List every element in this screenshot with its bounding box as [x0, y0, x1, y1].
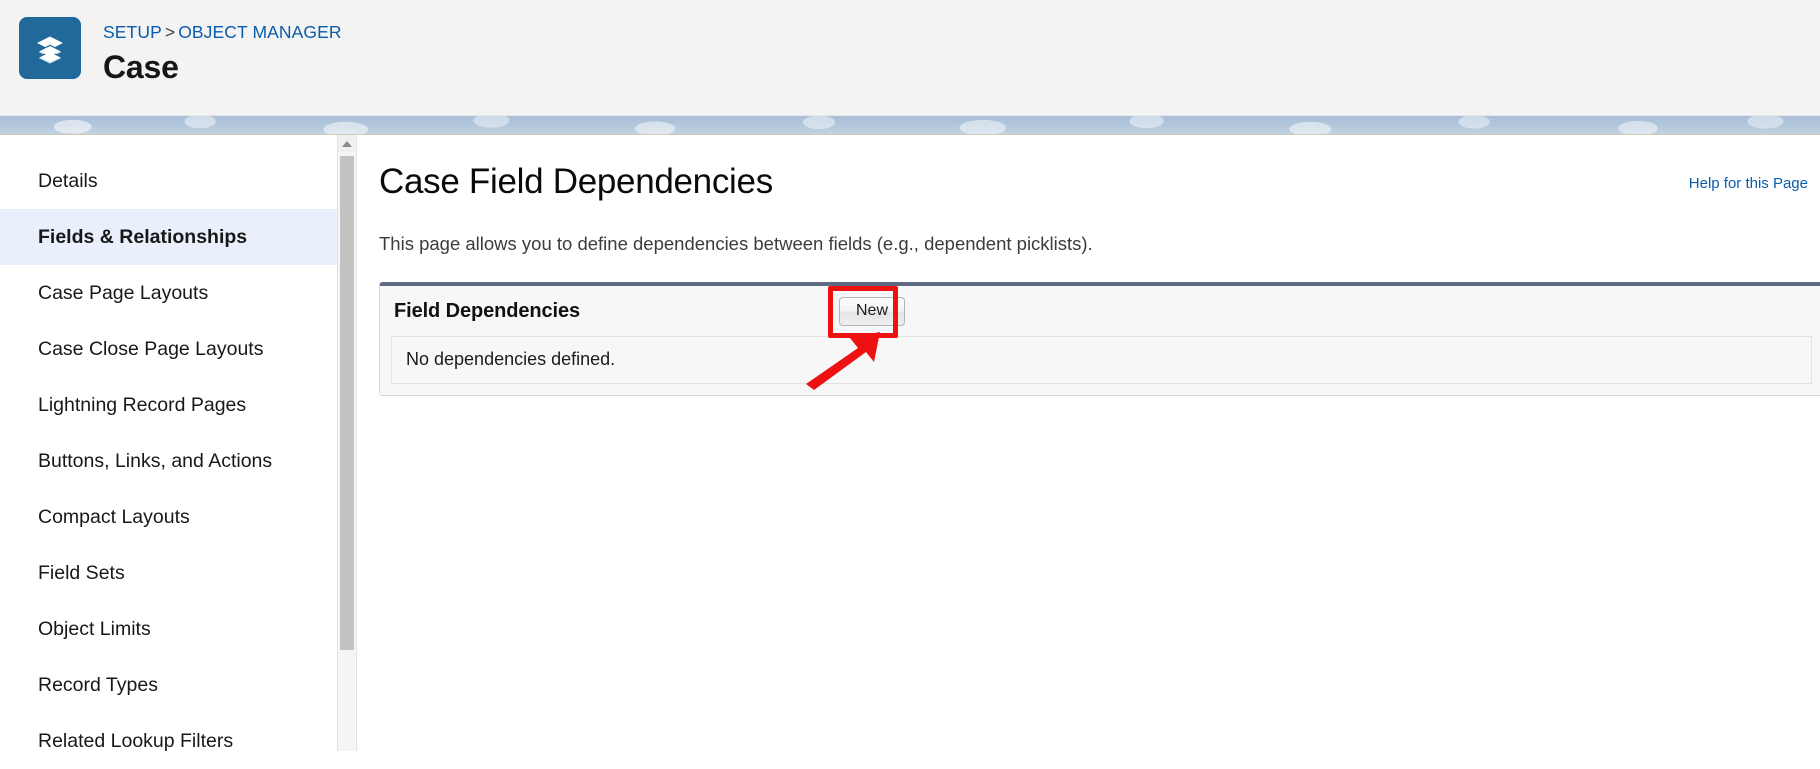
- sidebar-item-label: Field Sets: [38, 561, 125, 584]
- sidebar-item-details[interactable]: Details: [0, 153, 337, 209]
- sidebar-item-label: Related Lookup Filters: [38, 729, 234, 752]
- sidebar-item-label: Object Limits: [38, 617, 151, 640]
- sidebar-item-related-lookup-filters[interactable]: Related Lookup Filters: [0, 713, 337, 769]
- breadcrumb-separator: >: [164, 22, 176, 42]
- header-inner: SETUP > OBJECT MANAGER Case: [0, 0, 1820, 87]
- scrollbar-thumb[interactable]: [340, 156, 354, 650]
- sidebar-item-lightning-record-pages[interactable]: Lightning Record Pages: [0, 377, 337, 433]
- help-for-this-page-link[interactable]: Help for this Page: [1689, 175, 1808, 192]
- sidebar-item-fields-and-relationships[interactable]: Fields & Relationships: [0, 209, 337, 265]
- object-manager-sidebar: Details Fields & Relationships Case Page…: [0, 135, 337, 752]
- page-body: Details Fields & Relationships Case Page…: [0, 135, 1820, 752]
- sidebar-item-compact-layouts[interactable]: Compact Layouts: [0, 489, 337, 545]
- main-content: Help for this Page Case Field Dependenci…: [357, 135, 1820, 751]
- breadcrumb-link-object-manager[interactable]: OBJECT MANAGER: [178, 22, 341, 42]
- sidebar-item-label: Case Page Layouts: [38, 281, 209, 304]
- panel-body: No dependencies defined.: [380, 336, 1820, 395]
- triangle-up-icon[interactable]: [338, 135, 356, 152]
- decorative-band: [0, 116, 1820, 135]
- layers-stack-icon: [19, 17, 81, 79]
- new-field-dependency-button[interactable]: New: [839, 297, 906, 326]
- sidebar-item-label: Details: [38, 169, 98, 192]
- field-dependencies-panel: Field Dependencies New No dependencies d…: [379, 282, 1820, 396]
- content-title: Case Field Dependencies: [379, 162, 773, 201]
- sidebar-item-label: Record Types: [38, 673, 158, 696]
- sidebar-item-object-limits[interactable]: Object Limits: [0, 601, 337, 657]
- sidebar-item-label: Lightning Record Pages: [38, 393, 247, 416]
- panel-header: Field Dependencies New: [380, 286, 1820, 336]
- sidebar-item-field-sets[interactable]: Field Sets: [0, 545, 337, 601]
- sidebar-item-label: Compact Layouts: [38, 505, 190, 528]
- sidebar-item-record-types[interactable]: Record Types: [0, 657, 337, 713]
- empty-state-row: No dependencies defined.: [391, 336, 1812, 384]
- sidebar-item-label: Fields & Relationships: [38, 225, 248, 248]
- panel-title: Field Dependencies: [394, 299, 581, 322]
- sidebar-item-case-close-page-layouts[interactable]: Case Close Page Layouts: [0, 321, 337, 377]
- page-title: Case: [103, 49, 179, 85]
- breadcrumb: SETUP > OBJECT MANAGER: [103, 21, 342, 43]
- breadcrumb-link-setup[interactable]: SETUP: [103, 22, 162, 42]
- content-description: This page allows you to define dependenc…: [379, 233, 1093, 254]
- sidebar-item-label: Case Close Page Layouts: [38, 337, 264, 360]
- sidebar-item-label: Buttons, Links, and Actions: [38, 449, 273, 472]
- header-text: SETUP > OBJECT MANAGER Case: [103, 17, 342, 87]
- vertical-scrollbar[interactable]: [337, 135, 357, 751]
- sidebar-item-case-page-layouts[interactable]: Case Page Layouts: [0, 265, 337, 321]
- app-header: SETUP > OBJECT MANAGER Case: [0, 0, 1820, 116]
- sidebar-item-buttons-links-and-actions[interactable]: Buttons, Links, and Actions: [0, 433, 337, 489]
